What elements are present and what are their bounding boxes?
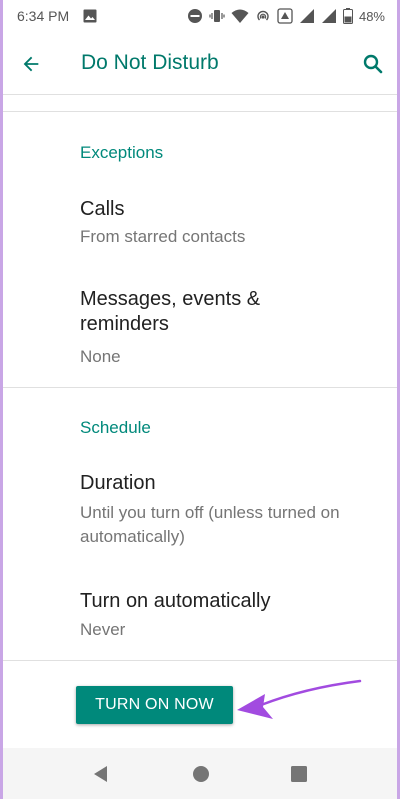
recents-square-icon	[291, 766, 307, 782]
divider	[3, 660, 397, 661]
navigation-bar	[3, 748, 397, 799]
app-bar: Do Not Disturb	[3, 32, 397, 95]
divider	[3, 111, 397, 112]
status-time: 6:34 PM	[17, 8, 70, 24]
turn-on-now-button[interactable]: TURN ON NOW	[76, 686, 233, 724]
home-circle-icon	[193, 766, 209, 782]
back-button[interactable]	[15, 48, 47, 80]
arrow-left-icon	[23, 56, 39, 72]
section-header-exceptions: Exceptions	[80, 143, 164, 162]
annotation-arrow-icon	[237, 679, 362, 719]
calls-summary: From starred contacts	[80, 227, 246, 246]
messages-summary: None	[80, 347, 121, 366]
back-triangle-icon	[94, 766, 107, 782]
calls-title: Calls	[80, 198, 125, 220]
screen: 6:34 PM 48% Do Not Disturb Exceptions Ca…	[3, 0, 397, 799]
image-notification-icon	[83, 9, 97, 23]
battery-icon	[342, 8, 353, 24]
signal-icon-2	[321, 9, 336, 23]
search-icon	[363, 54, 383, 74]
hotspot-icon	[257, 10, 269, 21]
divider	[3, 387, 397, 388]
messages-title: Messages, events & reminders	[80, 288, 261, 335]
duration-title: Duration	[80, 472, 156, 494]
duration-summary: Until you turn off (unless turned on aut…	[80, 503, 340, 546]
search-button[interactable]	[357, 48, 389, 80]
dnd-icon	[187, 9, 202, 23]
recents-nav-button[interactable]	[287, 762, 311, 786]
back-nav-button[interactable]	[89, 762, 113, 786]
signal-icon	[299, 9, 314, 23]
status-icons: 48%	[187, 6, 385, 26]
home-nav-button[interactable]	[189, 762, 213, 786]
battery-percent: 48%	[358, 8, 385, 24]
auto-turn-on-summary: Never	[80, 620, 126, 639]
page-title: Do Not Disturb	[81, 51, 219, 74]
status-bar: 6:34 PM 48%	[3, 0, 397, 32]
vibrate-icon	[209, 10, 225, 22]
duration-preference[interactable]: Duration Until you turn off (unless turn…	[3, 459, 397, 555]
calls-preference[interactable]: Calls From starred contacts	[3, 185, 397, 255]
section-header-schedule: Schedule	[80, 418, 151, 437]
wifi-icon	[231, 9, 249, 23]
auto-turn-on-title: Turn on automatically	[80, 590, 271, 612]
data-saver-icon	[277, 8, 293, 24]
messages-preference[interactable]: Messages, events & reminders None	[3, 275, 397, 367]
auto-turn-on-preference[interactable]: Turn on automatically Never	[3, 577, 397, 653]
